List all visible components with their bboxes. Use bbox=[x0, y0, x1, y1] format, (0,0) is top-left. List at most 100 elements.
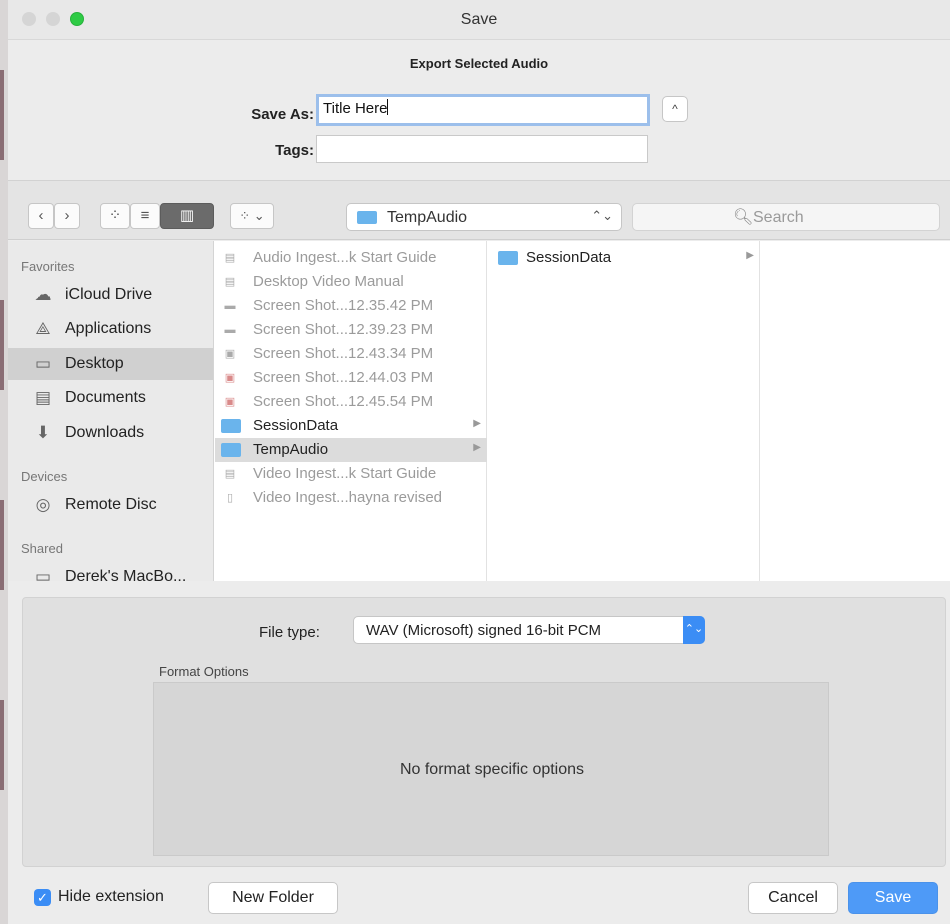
dialog-subtitle: Export Selected Audio bbox=[409, 56, 549, 71]
save-as-label: Save As: bbox=[251, 106, 314, 123]
list-item[interactable]: ▯ Video Ingest...hayna revised bbox=[215, 486, 487, 510]
location-popup[interactable]: TempAudio ⌃⌄ bbox=[346, 203, 622, 231]
list-item[interactable]: ▣ Screen Shot...12.44.03 PM bbox=[215, 366, 487, 390]
tags-input[interactable] bbox=[316, 135, 648, 163]
document-icon: ▤ bbox=[224, 468, 236, 480]
devices-header: Devices bbox=[21, 469, 68, 484]
disclosure-arrow-icon: ▶ bbox=[473, 418, 481, 429]
shared-header: Shared bbox=[21, 541, 63, 556]
save-as-input[interactable]: Title Here bbox=[316, 94, 650, 126]
file-column-tempaudio: SessionData ▶ bbox=[488, 241, 760, 581]
list-item-label: Video Ingest...hayna revised bbox=[253, 489, 443, 506]
list-item-label: Desktop Video Manual bbox=[253, 273, 404, 290]
forward-button[interactable]: › bbox=[54, 203, 80, 229]
hide-extension-checkbox[interactable]: ✓ bbox=[34, 889, 51, 906]
icon-view-icon: ⁘ bbox=[108, 207, 122, 224]
folder-icon bbox=[221, 419, 241, 433]
save-header: Export Selected Audio Save As: Title Her… bbox=[8, 40, 950, 180]
list-item-label: Video Ingest...k Start Guide bbox=[253, 465, 437, 482]
sidebar-item-label: Derek's MacBo... bbox=[65, 568, 187, 581]
sidebar-item-label: Applications bbox=[65, 320, 152, 337]
list-item[interactable]: ▤ Audio Ingest...k Start Guide bbox=[215, 246, 487, 270]
sidebar-item-desktop[interactable]: ▭ Desktop bbox=[8, 348, 213, 380]
sidebar-item-label: Desktop bbox=[65, 355, 124, 372]
sidebar-item-applications[interactable]: ⟁ Applications bbox=[8, 313, 213, 345]
background-edge-mark bbox=[0, 500, 4, 590]
file-type-value: WAV (Microsoft) signed 16-bit PCM bbox=[366, 622, 602, 639]
title-bar: Save bbox=[8, 0, 950, 40]
sidebar-item-icloud-drive[interactable]: ☁ iCloud Drive bbox=[8, 279, 213, 311]
sidebar-item-label: iCloud Drive bbox=[65, 286, 153, 303]
back-button[interactable]: ‹ bbox=[28, 203, 54, 229]
search-field[interactable]: 🔍︎ Search bbox=[632, 203, 940, 231]
hide-extension-label[interactable]: Hide extension bbox=[58, 888, 164, 906]
list-item-label: Audio Ingest...k Start Guide bbox=[253, 249, 437, 266]
sidebar-item-label: Downloads bbox=[65, 424, 145, 441]
list-item-selected[interactable]: TempAudio ▶ bbox=[215, 438, 487, 462]
export-options-panel: File type: WAV (Microsoft) signed 16-bit… bbox=[22, 597, 946, 867]
computer-icon: ▭ bbox=[34, 567, 52, 581]
list-item[interactable]: ▬ Screen Shot...12.39.23 PM bbox=[215, 318, 487, 342]
list-item[interactable]: SessionData ▶ bbox=[488, 246, 760, 270]
sidebar-item-shared-computer[interactable]: ▭ Derek's MacBo... bbox=[8, 561, 213, 581]
background-edge-mark bbox=[0, 70, 4, 160]
list-item-label: Screen Shot...12.39.23 PM bbox=[253, 321, 434, 338]
applications-icon: ⟁ bbox=[35, 319, 51, 338]
file-column-desktop: ▤ Audio Ingest...k Start Guide ▤ Desktop V… bbox=[215, 241, 487, 581]
file-column-empty bbox=[761, 241, 950, 581]
list-item[interactable]: ▤ Video Ingest...k Start Guide bbox=[215, 462, 487, 486]
format-options-box: No format specific options bbox=[153, 682, 829, 856]
list-item-label: TempAudio bbox=[253, 441, 329, 458]
search-placeholder: Search bbox=[753, 209, 804, 226]
file-browser: Favorites ☁ iCloud Drive ⟁ Applications … bbox=[8, 241, 950, 581]
new-folder-button[interactable]: New Folder bbox=[208, 882, 338, 914]
save-as-value: Title Here bbox=[323, 100, 388, 117]
downloads-icon: ⬇ bbox=[35, 423, 51, 442]
image-icon: ▬ bbox=[224, 324, 236, 336]
collapse-dialog-button[interactable]: ^ bbox=[662, 96, 688, 122]
list-view-button[interactable]: ≡ bbox=[130, 203, 160, 229]
list-item-label: Screen Shot...12.43.34 PM bbox=[253, 345, 434, 362]
list-item-label: SessionData bbox=[253, 417, 339, 434]
document-icon: ▯ bbox=[226, 492, 234, 504]
sidebar-item-label: Documents bbox=[65, 389, 146, 406]
cancel-button[interactable]: Cancel bbox=[748, 882, 838, 914]
list-item-label: Screen Shot...12.44.03 PM bbox=[253, 369, 434, 386]
sidebar-item-label: Remote Disc bbox=[65, 496, 157, 513]
folder-icon bbox=[357, 211, 377, 224]
list-item[interactable]: ▣ Screen Shot...12.45.54 PM bbox=[215, 390, 487, 414]
sidebar-item-documents[interactable]: ▤ Documents bbox=[8, 382, 213, 414]
list-view-icon: ≡ bbox=[140, 207, 150, 224]
list-item-label: SessionData bbox=[526, 249, 612, 266]
format-options-label: Format Options bbox=[159, 664, 249, 679]
location-name: TempAudio bbox=[387, 209, 468, 226]
arrange-button[interactable]: ⁘ ⌄ bbox=[230, 203, 274, 229]
icon-view-button[interactable]: ⁘ bbox=[100, 203, 130, 229]
list-item[interactable]: SessionData ▶ bbox=[215, 414, 487, 438]
list-item[interactable]: ▤ Desktop Video Manual bbox=[215, 270, 487, 294]
text-caret bbox=[387, 99, 389, 115]
list-item-label: Screen Shot...12.35.42 PM bbox=[253, 297, 434, 314]
chevron-left-icon: ‹ bbox=[38, 207, 44, 224]
sidebar-item-downloads[interactable]: ⬇ Downloads bbox=[8, 417, 213, 449]
save-button[interactable]: Save bbox=[848, 882, 938, 914]
list-item[interactable]: ▣ Screen Shot...12.43.34 PM bbox=[215, 342, 487, 366]
dialog-footer: ✓ Hide extension New Folder Cancel Save bbox=[8, 872, 950, 924]
list-item[interactable]: ▬ Screen Shot...12.35.42 PM bbox=[215, 294, 487, 318]
window-title: Save bbox=[460, 11, 498, 28]
disclosure-arrow-icon: ▶ bbox=[746, 250, 754, 261]
search-icon: 🔍︎ bbox=[733, 209, 754, 226]
folder-icon bbox=[221, 443, 241, 457]
background-edge-mark bbox=[0, 700, 4, 790]
image-icon: ▣ bbox=[224, 372, 236, 384]
background-edge-mark bbox=[0, 300, 4, 390]
image-icon: ▣ bbox=[224, 396, 236, 408]
document-icon: ▤ bbox=[224, 252, 236, 264]
file-type-select[interactable]: WAV (Microsoft) signed 16-bit PCM ⌃⌄ bbox=[353, 616, 705, 644]
document-icon: ▤ bbox=[224, 276, 236, 288]
favorites-header: Favorites bbox=[21, 259, 75, 274]
sidebar-item-remote-disc[interactable]: ◎ Remote Disc bbox=[8, 489, 213, 521]
disc-icon: ◎ bbox=[35, 495, 51, 514]
image-icon: ▣ bbox=[224, 348, 236, 360]
column-view-button[interactable]: ▥ bbox=[160, 203, 214, 229]
